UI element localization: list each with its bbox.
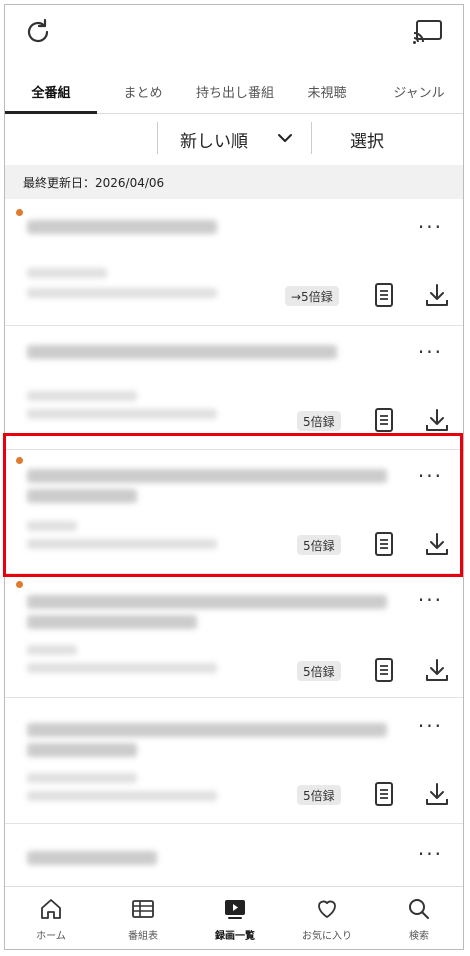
program-title-blurred-line2	[27, 615, 197, 629]
more-options-button[interactable]: ···	[418, 844, 443, 864]
app-screen: 全番組 まとめ 持ち出し番組 未視聴 ジャンル 新しい順 選択 最終更新日：20…	[4, 4, 464, 950]
recording-item[interactable]: ··· 5倍録	[5, 697, 463, 824]
speed-badge: →5倍録	[285, 286, 339, 306]
nav-label: 番組表	[128, 931, 158, 942]
tab-summary[interactable]: まとめ	[97, 69, 189, 113]
document-icon[interactable]	[371, 657, 397, 683]
channel-blurred	[27, 268, 107, 278]
document-icon[interactable]	[371, 531, 397, 557]
more-options-button[interactable]: ···	[418, 342, 443, 362]
download-icon[interactable]	[424, 531, 450, 557]
sort-order-dropdown[interactable]: 新しい順	[180, 127, 248, 152]
speed-badge: 5倍録	[297, 785, 341, 805]
program-title-blurred	[27, 469, 387, 483]
download-icon[interactable]	[424, 781, 450, 807]
recording-item[interactable]: ···	[5, 823, 463, 889]
nav-label: 検索	[409, 931, 429, 942]
tab-genre[interactable]: ジャンル	[373, 69, 463, 113]
nav-favorites[interactable]: お気に入り	[281, 887, 373, 949]
bottom-navigation: ホーム 番組表 録画一覧 お気に入り 検索	[5, 886, 463, 949]
airdate-blurred	[27, 409, 217, 419]
chevron-down-icon[interactable]	[277, 131, 293, 145]
program-guide-icon	[132, 900, 154, 918]
more-options-button[interactable]: ···	[418, 716, 443, 736]
unread-dot	[16, 581, 23, 588]
heart-icon	[318, 900, 336, 918]
channel-blurred	[27, 521, 77, 531]
airdate-blurred	[27, 288, 217, 298]
tab-bar: 全番組 まとめ 持ち出し番組 未視聴 ジャンル	[5, 69, 463, 114]
top-bar	[5, 5, 463, 61]
speed-badge: 5倍録	[297, 661, 341, 681]
more-options-button[interactable]: ···	[418, 217, 443, 237]
download-icon[interactable]	[424, 282, 450, 308]
program-title-blurred	[27, 595, 387, 609]
tab-all-programs[interactable]: 全番組	[5, 69, 97, 113]
recording-list-icon	[225, 900, 245, 919]
program-title-blurred-line2	[27, 489, 137, 503]
program-title-blurred	[27, 345, 337, 359]
nav-recording-list[interactable]: 録画一覧	[189, 887, 281, 949]
recording-item[interactable]: ··· 5倍録	[5, 573, 463, 698]
tab-label: 未視聴	[307, 85, 347, 101]
program-title-blurred	[27, 220, 217, 234]
program-title-blurred	[27, 723, 387, 737]
tab-label: 持ち出し番組	[195, 85, 274, 101]
tab-label: 全番組	[31, 85, 71, 101]
channel-blurred	[27, 645, 77, 655]
more-options-button[interactable]: ···	[418, 590, 443, 610]
document-icon[interactable]	[371, 781, 397, 807]
divider	[311, 122, 312, 154]
tab-label: まとめ	[123, 85, 163, 101]
speed-badge: 5倍録	[297, 411, 341, 431]
recording-item[interactable]: ··· →5倍録	[5, 200, 463, 326]
download-icon[interactable]	[424, 407, 450, 433]
refresh-icon[interactable]	[23, 17, 53, 47]
document-icon[interactable]	[371, 282, 397, 308]
last-updated-text: 最終更新日：2026/04/06	[23, 176, 165, 190]
cast-icon[interactable]	[413, 19, 443, 45]
unread-dot	[16, 457, 23, 464]
recording-item-highlighted[interactable]: ··· 5倍録	[5, 449, 463, 574]
tab-unwatched[interactable]: 未視聴	[281, 69, 373, 113]
document-icon[interactable]	[371, 407, 397, 433]
recording-item[interactable]: ··· 5倍録	[5, 325, 463, 450]
tab-takeout[interactable]: 持ち出し番組	[189, 69, 281, 113]
home-icon	[41, 899, 61, 919]
airdate-blurred	[27, 539, 217, 549]
airdate-blurred	[27, 791, 217, 801]
channel-blurred	[27, 391, 137, 401]
nav-program-guide[interactable]: 番組表	[97, 887, 189, 949]
airdate-blurred	[27, 663, 217, 673]
last-updated-bar: 最終更新日：2026/04/06	[5, 165, 463, 199]
divider	[157, 122, 158, 154]
nav-label: お気に入り	[302, 931, 352, 942]
speed-badge: 5倍録	[297, 535, 341, 555]
program-title-blurred-line2	[27, 743, 137, 757]
channel-blurred	[27, 773, 137, 783]
program-title-blurred	[27, 851, 157, 865]
tab-label: ジャンル	[393, 85, 445, 101]
nav-home[interactable]: ホーム	[5, 887, 97, 949]
search-icon	[409, 899, 429, 919]
nav-label: 録画一覧	[215, 931, 255, 942]
select-button[interactable]: 選択	[350, 127, 384, 152]
download-icon[interactable]	[424, 657, 450, 683]
sort-bar: 新しい順 選択	[5, 114, 463, 164]
nav-label: ホーム	[36, 931, 66, 942]
more-options-button[interactable]: ···	[418, 466, 443, 486]
nav-search[interactable]: 検索	[373, 887, 463, 949]
unread-dot	[16, 209, 23, 216]
